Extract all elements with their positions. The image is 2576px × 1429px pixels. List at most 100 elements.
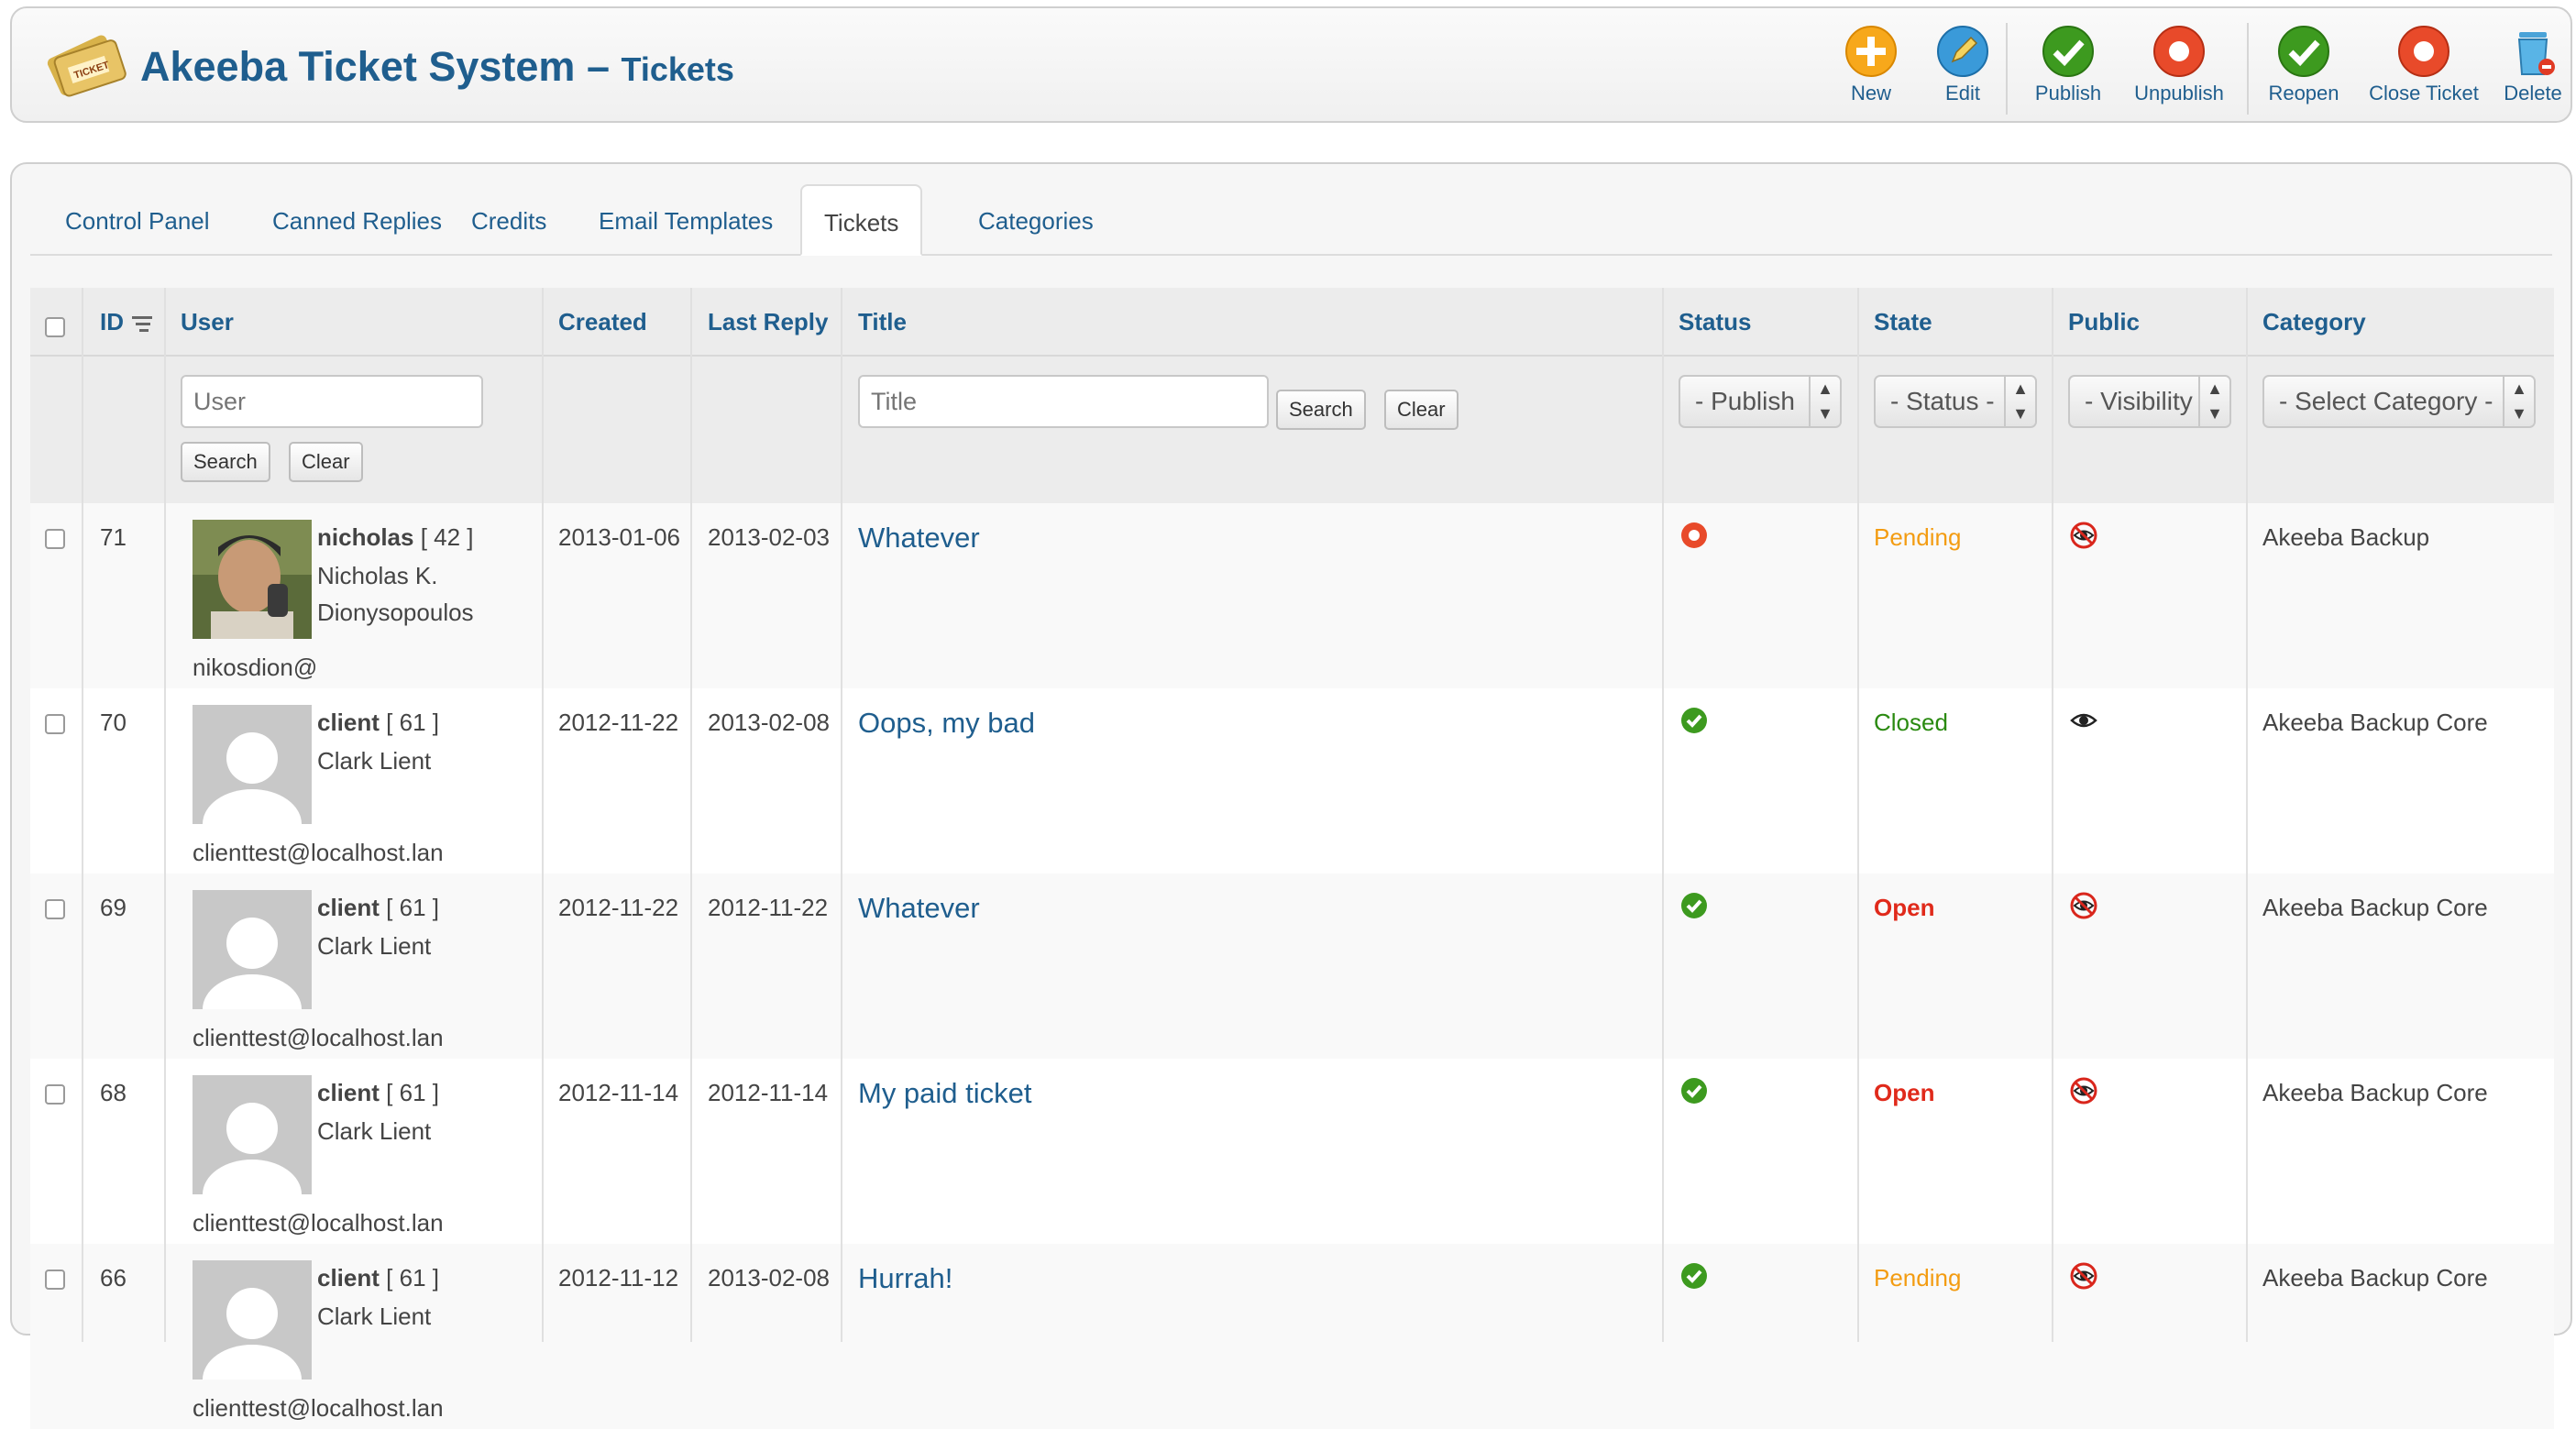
default-avatar: [193, 705, 312, 824]
user-email: clienttest@localhost.lan: [193, 1209, 444, 1237]
close-ticket-button[interactable]: Close Ticket: [2363, 25, 2484, 116]
table-row: 71 nicholas [ 42 ] Nicholas K. Dionysopoulo…: [30, 503, 2554, 688]
new-label: New: [1850, 82, 1891, 104]
close-ticket-label: Close Ticket: [2369, 82, 2479, 104]
published-check-icon[interactable]: [1680, 892, 1708, 919]
unpublish-button[interactable]: Unpublish: [2126, 25, 2232, 116]
tab-bar: Control Panel Canned Replies Credits Ema…: [30, 184, 2552, 256]
public-eye-icon[interactable]: [2070, 707, 2097, 734]
user-email: clienttest@localhost.lan: [193, 839, 444, 866]
reopen-button[interactable]: Reopen: [2260, 25, 2348, 116]
user-search-button[interactable]: Search: [181, 442, 270, 482]
title-clear-button[interactable]: Clear: [1384, 390, 1459, 430]
ticket-title-link[interactable]: Hurrah!: [858, 1262, 952, 1295]
title-filter-input[interactable]: [858, 375, 1269, 428]
user-handle: client [ 61 ]: [317, 894, 439, 922]
edit-button[interactable]: Edit: [1926, 25, 1999, 116]
username: client: [317, 709, 380, 736]
ticket-title-link[interactable]: My paid ticket: [858, 1077, 1032, 1110]
ticket-id: 69: [100, 894, 127, 921]
published-check-icon[interactable]: [1680, 707, 1708, 734]
table-row: 70 client [ 61 ] Clark Lient clienttest@loc…: [30, 688, 2554, 874]
tab-categories[interactable]: Categories: [956, 184, 1116, 254]
row-checkbox[interactable]: [45, 529, 65, 549]
user-fullname: Nicholas K.: [317, 562, 438, 589]
ticket-title-link[interactable]: Whatever: [858, 522, 980, 555]
category-filter-select[interactable]: - Select Category - ▲ ▼: [2262, 375, 2536, 428]
column-id[interactable]: ID: [100, 288, 154, 355]
user-clear-button[interactable]: Clear: [289, 442, 363, 482]
row-checkbox[interactable]: [45, 899, 65, 919]
column-title[interactable]: Title: [858, 288, 907, 355]
private-eye-icon[interactable]: [2070, 522, 2097, 549]
new-button[interactable]: New: [1834, 25, 1908, 116]
select-arrows-icon: ▲ ▼: [2503, 377, 2534, 426]
created-date: 2012-11-22: [558, 894, 679, 921]
ticket-category: Akeeba Backup Core: [2262, 709, 2488, 736]
delete-button[interactable]: Delete: [2498, 25, 2568, 116]
page-title: Akeeba Ticket System – Tickets: [140, 43, 734, 91]
username: client: [317, 1079, 380, 1106]
ticket-id: 70: [100, 709, 127, 736]
column-created[interactable]: Created: [558, 288, 647, 355]
column-last-reply[interactable]: Last Reply: [708, 288, 829, 355]
published-check-icon[interactable]: [1680, 1077, 1708, 1105]
user-id: [ 61 ]: [386, 1264, 439, 1292]
publish-filter-select[interactable]: - Publish ▲ ▼: [1679, 375, 1842, 428]
publish-label: Publish: [2034, 82, 2102, 104]
ticket-category: Akeeba Backup: [2262, 523, 2430, 551]
visibility-filter-select[interactable]: - Visibility ▲ ▼: [2068, 375, 2231, 428]
published-check-icon[interactable]: [1680, 1262, 1708, 1290]
toolbar-separator: [2247, 23, 2249, 115]
tab-canned-replies[interactable]: Canned Replies: [250, 184, 464, 254]
user-handle: client [ 61 ]: [317, 1079, 439, 1107]
unpublished-stop-icon[interactable]: [1680, 522, 1708, 549]
user-handle: client [ 61 ]: [317, 1264, 439, 1292]
row-checkbox[interactable]: [45, 1084, 65, 1105]
created-date: 2012-11-12: [558, 1264, 679, 1292]
title-dash: –: [586, 43, 610, 90]
state-filter-select[interactable]: - Status - ▲ ▼: [1874, 375, 2037, 428]
user-fullname: Clark Lient: [317, 932, 432, 960]
sort-desc-icon: [132, 316, 153, 333]
user-photo-avatar: [193, 520, 312, 639]
row-checkbox[interactable]: [45, 714, 65, 734]
ticket-category: Akeeba Backup Core: [2262, 1264, 2488, 1292]
column-state[interactable]: State: [1874, 288, 1932, 355]
column-public[interactable]: Public: [2068, 288, 2140, 355]
pencil-icon: [1937, 26, 1988, 77]
category-filter-value: - Select Category -: [2279, 387, 2493, 415]
column-user[interactable]: User: [181, 288, 234, 355]
column-category[interactable]: Category: [2262, 288, 2366, 355]
title-search-button[interactable]: Search: [1276, 390, 1366, 430]
tab-control-panel[interactable]: Control Panel: [43, 184, 232, 254]
user-id: [ 61 ]: [386, 894, 439, 921]
row-checkbox[interactable]: [45, 1270, 65, 1290]
ticket-title-link[interactable]: Whatever: [858, 892, 980, 925]
table-header: ID User Created Last Reply Title Status …: [30, 288, 2554, 357]
tab-credits[interactable]: Credits: [449, 184, 568, 254]
plus-icon: [1845, 26, 1897, 77]
private-eye-icon[interactable]: [2070, 1262, 2097, 1290]
table-row: 66 client [ 61 ] Clark Lient clienttest@loc…: [30, 1244, 2554, 1429]
tab-tickets[interactable]: Tickets: [800, 184, 923, 256]
user-filter-input[interactable]: [181, 375, 483, 428]
select-all-checkbox[interactable]: [45, 317, 65, 337]
publish-button[interactable]: Publish: [2027, 25, 2109, 116]
ticket-id: 68: [100, 1079, 127, 1106]
last-reply-date: 2012-11-22: [708, 894, 829, 921]
last-reply-date: 2012-11-14: [708, 1079, 829, 1106]
ticket-title-link[interactable]: Oops, my bad: [858, 707, 1035, 740]
tab-email-templates[interactable]: Email Templates: [577, 184, 795, 254]
table-row: 68 client [ 61 ] Clark Lient clienttest@loc…: [30, 1059, 2554, 1244]
ticket-state: Open: [1874, 1079, 1935, 1106]
user-fullname-2: Dionysopoulos: [317, 599, 474, 626]
column-status[interactable]: Status: [1679, 288, 1751, 355]
user-fullname: Clark Lient: [317, 1303, 432, 1330]
default-avatar: [193, 1260, 312, 1380]
user-email: nikosdion@: [193, 654, 318, 681]
private-eye-icon[interactable]: [2070, 1077, 2097, 1105]
ticket-state: Pending: [1874, 1264, 1962, 1292]
ticket-category: Akeeba Backup Core: [2262, 1079, 2488, 1106]
private-eye-icon[interactable]: [2070, 892, 2097, 919]
